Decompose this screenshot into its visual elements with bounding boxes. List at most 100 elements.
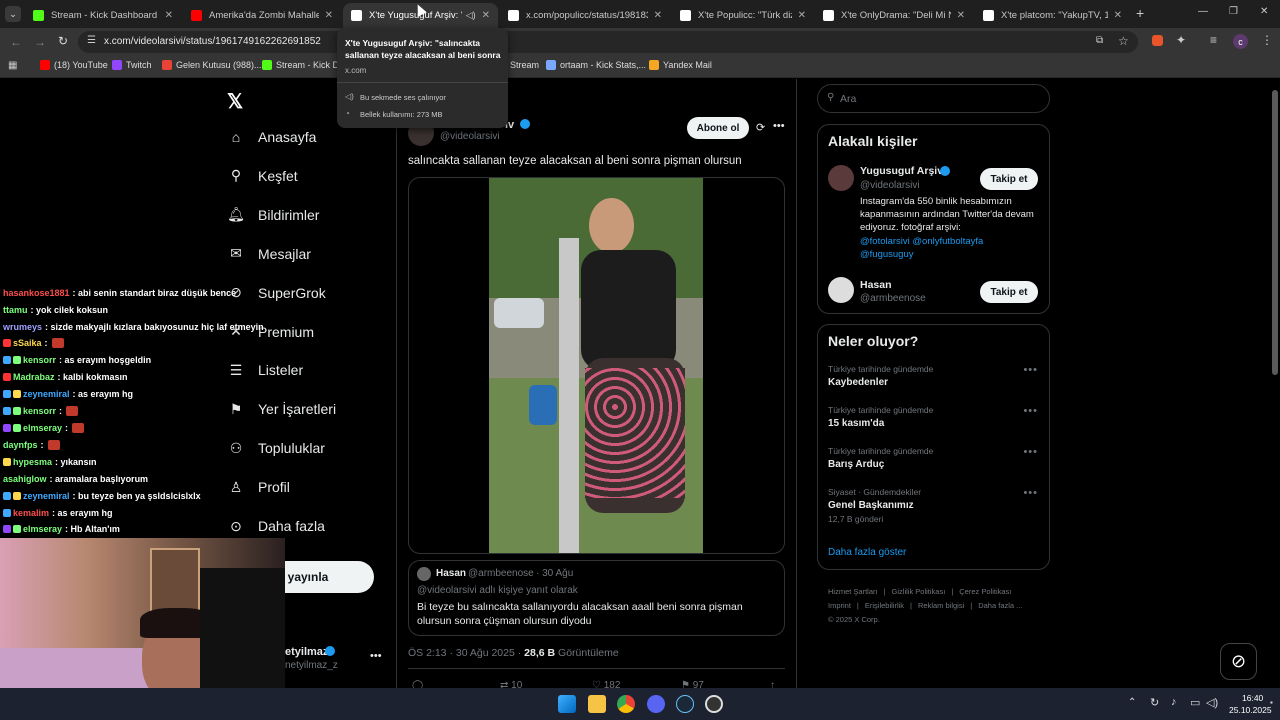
back-icon[interactable]: ← — [10, 35, 22, 49]
tray-display-icon[interactable]: ▭ — [1190, 696, 1200, 709]
browser-tab[interactable]: X'te OnlyDrama: "Deli Mi Ne? ✕ — [815, 3, 973, 28]
footer-link[interactable]: Hizmet Şartları — [828, 587, 878, 596]
search-input[interactable]: ⚲ Ara — [817, 84, 1050, 113]
file-explorer-icon[interactable] — [588, 695, 606, 713]
browser-tab[interactable]: Stream - Kick Dashboard ✕ — [25, 3, 181, 28]
sidebar-item-anasayfa[interactable]: ⌂ Anasayfa — [226, 127, 317, 147]
notifications-icon[interactable]: ▪ — [1270, 698, 1273, 707]
bookmark-favicon-icon — [162, 60, 172, 70]
browser-tab[interactable]: x.com/populicc/status/198183 ✕ — [500, 3, 670, 28]
person-name[interactable]: Yugusuguf Arşiv — [860, 165, 943, 177]
page-scrollbar[interactable] — [1272, 90, 1278, 375]
trend-category: Türkiye tarihinde gündemde — [828, 446, 934, 456]
footer-link[interactable]: Reklam bilgisi — [918, 601, 964, 610]
tab-close-icon[interactable]: ✕ — [1114, 10, 1122, 21]
media-control-icon[interactable]: ≡ — [1210, 33, 1217, 47]
bookmark-item[interactable]: Stream — [510, 60, 539, 70]
clock-time[interactable]: 16:40 — [1242, 693, 1263, 703]
tab-close-icon[interactable]: ✕ — [325, 10, 333, 21]
new-tab-button[interactable]: + — [1136, 5, 1144, 21]
x-logo-icon[interactable]: 𝕏 — [227, 89, 243, 114]
trend-more-icon[interactable]: ••• — [1023, 405, 1038, 417]
subscribe-button[interactable]: Abone ol — [687, 117, 749, 139]
footer-link[interactable]: Çerez Politikası — [959, 587, 1011, 596]
tray-mic-icon[interactable]: ♪ — [1171, 696, 1177, 708]
follow-button[interactable]: Takip et — [980, 281, 1038, 303]
trend-item[interactable]: Türkiye tarihinde gündemde Kaybedenler ••• — [828, 364, 1038, 388]
trend-more-icon[interactable]: ••• — [1023, 364, 1038, 376]
menu-icon[interactable]: ⋮ — [1261, 33, 1273, 47]
discord-icon[interactable] — [647, 695, 665, 713]
site-info-icon[interactable]: ☰ — [87, 35, 96, 46]
show-more-link[interactable]: Daha fazla göster — [828, 547, 906, 558]
apps-grid-icon[interactable]: ▦ — [8, 60, 17, 71]
person-handle[interactable]: @videolarsivi — [860, 180, 920, 191]
tweet-time[interactable]: ÖS 2:13 · 30 Ağu 2025 · — [408, 647, 521, 659]
bookmark-item[interactable]: ortaam - Kick Stats,... — [546, 60, 646, 70]
trend-item[interactable]: Türkiye tarihinde gündemde 15 kasım'da ••• — [828, 405, 1038, 429]
browser-tab[interactable]: X'te Populicc: "Türk dizilerinde ✕ — [672, 3, 814, 28]
trend-more-icon[interactable]: ••• — [1023, 446, 1038, 458]
follow-button[interactable]: Takip et — [980, 168, 1038, 190]
install-icon[interactable]: ⧉ — [1096, 35, 1103, 46]
sidebar-item-mesajlar[interactable]: ✉ Mesajlar — [226, 244, 311, 264]
reload-icon[interactable]: ↻ — [58, 34, 68, 48]
account-more-icon[interactable]: ••• — [370, 650, 382, 662]
trend-item[interactable]: Siyaset · Gündemdekiler Genel Başkanımız 1… — [828, 487, 1038, 524]
person-handle[interactable]: @armbeenose — [860, 293, 926, 304]
tab-search-button[interactable]: ⌄ — [5, 6, 21, 22]
avatar[interactable]: c — [1233, 34, 1248, 49]
bookmark-item[interactable]: Yandex Mail — [649, 60, 712, 70]
bookmark-item[interactable]: (18) YouTube — [40, 60, 108, 70]
close-window-button[interactable]: ✕ — [1260, 6, 1268, 17]
footer-link[interactable]: Gizlilik Politikası — [892, 587, 946, 596]
bookmarks-bar: ▦ (18) YouTube Twitch Gelen Kutusu (988)..… — [0, 56, 1280, 78]
footer-separator: | — [856, 601, 859, 610]
chrome-icon[interactable] — [617, 695, 635, 713]
clock-date[interactable]: 25.10.2025 — [1229, 705, 1272, 715]
tray-network-icon[interactable]: ↻ — [1150, 696, 1159, 709]
forward-icon[interactable]: → — [34, 35, 46, 49]
tab-close-icon[interactable]: ✕ — [798, 10, 806, 21]
browser-tab[interactable]: X'te platcom: "YakupTV, 120 bi ✕ — [975, 3, 1130, 28]
extension-icon[interactable] — [1152, 35, 1163, 46]
bookmark-item[interactable]: Stream - Kick Da — [262, 60, 344, 70]
chat-text: : as erayım hg — [72, 389, 134, 399]
minimize-button[interactable]: — — [1198, 6, 1208, 17]
trend-more-icon[interactable]: ••• — [1023, 487, 1038, 499]
browser-tab[interactable]: Amerika'da Zombi Mahallesine ✕ — [183, 3, 341, 28]
footer-link[interactable]: Daha fazla ... — [978, 601, 1022, 610]
bookmark-item[interactable]: Gelen Kutusu (988)... — [162, 60, 262, 70]
tray-chevron-icon[interactable]: ⌃ — [1128, 697, 1136, 708]
tab-close-icon[interactable]: ✕ — [165, 10, 173, 21]
footer-link[interactable]: Erişilebilirlik — [865, 601, 904, 610]
tray-volume-icon[interactable]: ◁) — [1206, 696, 1218, 709]
app-icon[interactable] — [705, 695, 723, 713]
trend-item[interactable]: Türkiye tarihinde gündemde Barış Arduç ••• — [828, 446, 1038, 470]
author-handle[interactable]: @videolarsivi — [440, 131, 500, 142]
tab-close-icon[interactable]: ✕ — [957, 10, 965, 21]
footer-link[interactable]: Imprint — [828, 601, 851, 610]
person-name[interactable]: Hasan — [860, 279, 892, 291]
views-label: Görüntüleme — [558, 647, 619, 659]
person-bio: Instagram'da 550 binlik hesabımızın kapa… — [860, 196, 1034, 233]
tab-audio-icon[interactable]: ◁) — [466, 10, 476, 21]
bookmark-item[interactable]: Twitch — [112, 60, 152, 70]
maximize-button[interactable]: ❐ — [1229, 6, 1238, 17]
person-avatar[interactable] — [828, 277, 854, 303]
person-bio-links[interactable]: @fotolarsivi @onlyfutboltayfa @fugusuguy — [860, 235, 1038, 261]
grok-icon[interactable]: ⟳ — [756, 121, 765, 134]
tweet-more-icon[interactable]: ••• — [773, 120, 785, 132]
person-avatar[interactable] — [828, 165, 854, 191]
tab-close-icon[interactable]: ✕ — [654, 10, 662, 21]
tweet-video[interactable] — [489, 178, 703, 553]
grok-float-button[interactable]: ⊘ — [1220, 643, 1257, 680]
address-bar[interactable]: ☰ x.com/videolarsivi/status/196174916226… — [78, 31, 1138, 53]
windows-start-icon[interactable] — [558, 695, 576, 713]
tab-close-icon[interactable]: ✕ — [482, 10, 490, 21]
sidebar-item-keşfet[interactable]: ⚲ Keşfet — [226, 166, 298, 186]
extensions-puzzle-icon[interactable]: ✦ — [1176, 33, 1186, 47]
steam-icon[interactable] — [676, 695, 694, 713]
sidebar-item-bildirimler[interactable]: 🔔︎ Bildirimler — [226, 205, 319, 225]
star-icon[interactable]: ☆ — [1118, 34, 1129, 48]
